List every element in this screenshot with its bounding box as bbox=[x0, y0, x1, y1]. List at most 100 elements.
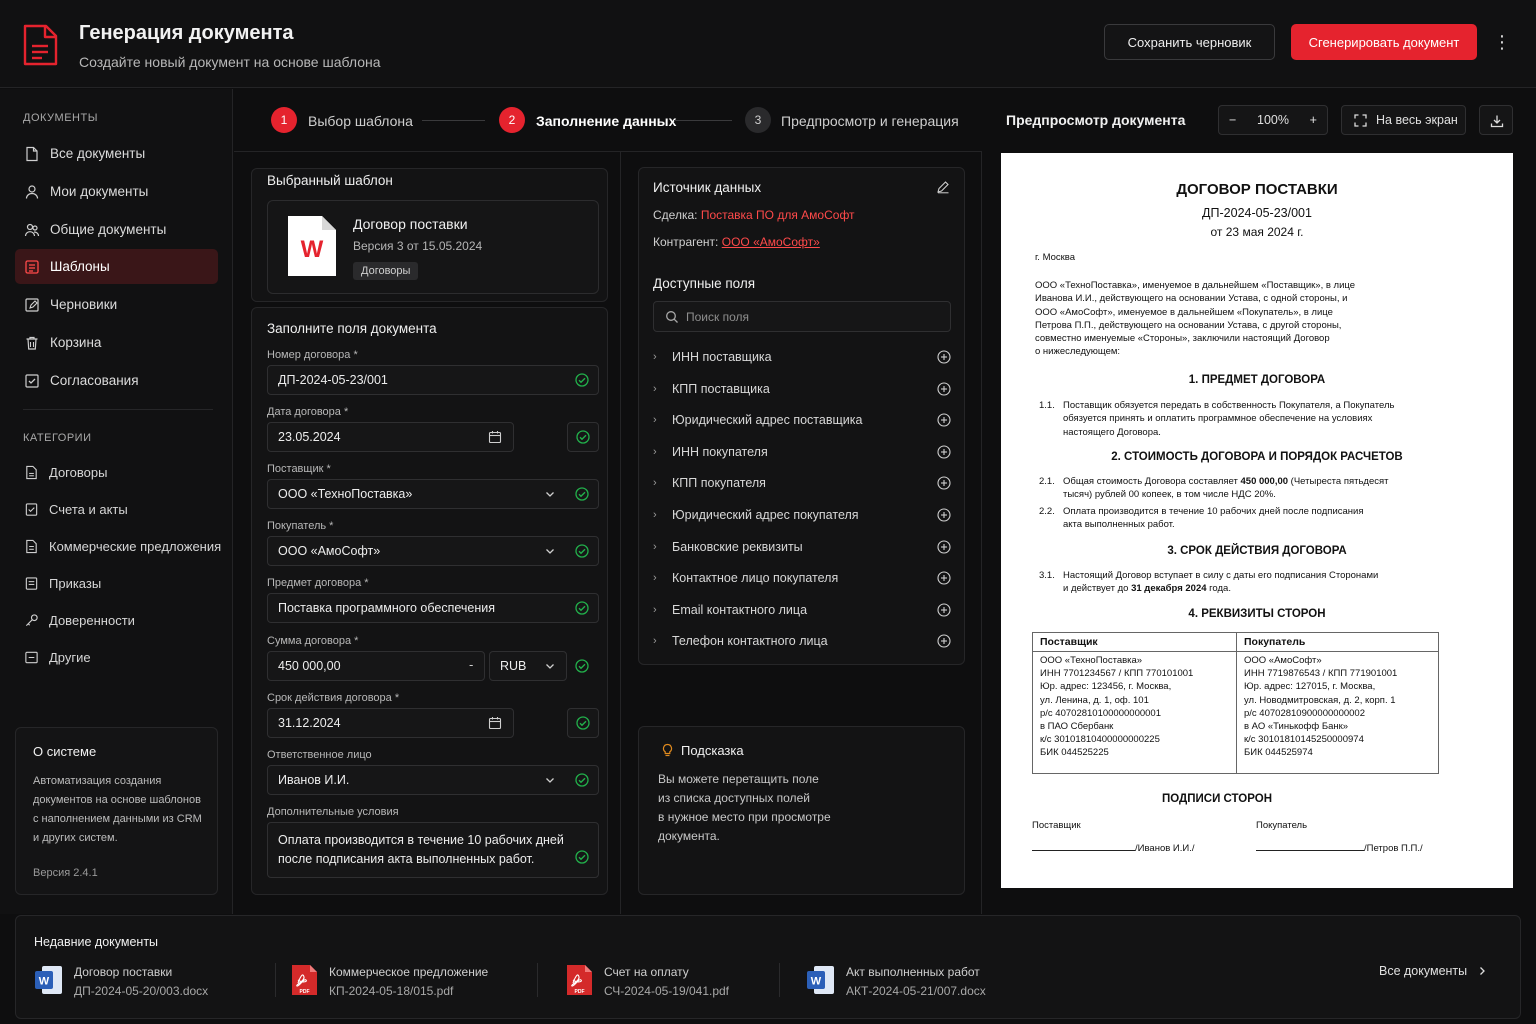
recent-separator bbox=[779, 963, 780, 997]
step-3-number[interactable]: 3 bbox=[745, 107, 771, 133]
minus-spinner-icon[interactable]: - bbox=[469, 657, 473, 672]
req-line: ООО «ТехноПоставка» bbox=[1040, 655, 1143, 666]
available-field-row[interactable]: › Банковские реквизиты bbox=[653, 534, 951, 560]
check-circle-icon bbox=[575, 601, 589, 615]
available-field-row[interactable]: › КПП покупателя bbox=[653, 470, 951, 496]
step-1-label[interactable]: Выбор шаблона bbox=[308, 113, 413, 129]
field-search-input[interactable]: Поиск поля bbox=[653, 301, 951, 332]
chevron-right-icon: › bbox=[653, 604, 657, 616]
category-powers-of-attorney[interactable]: Доверенности bbox=[15, 605, 225, 635]
add-field-icon[interactable] bbox=[937, 540, 951, 554]
folder-icon bbox=[25, 651, 38, 663]
subject-value: Поставка программного обеспечения bbox=[278, 601, 496, 615]
data-source-title: Источник данных bbox=[653, 180, 762, 195]
available-field-row[interactable]: › КПП поставщика bbox=[653, 376, 951, 402]
edit-pencil-icon[interactable] bbox=[936, 180, 950, 194]
contract-number-label: Номер договора * bbox=[267, 349, 358, 361]
counterparty-label: Контрагент: bbox=[653, 235, 719, 249]
available-field-row[interactable]: › Телефон контактного лица bbox=[653, 628, 951, 654]
calendar-icon[interactable] bbox=[488, 430, 502, 444]
category-label: Счета и акты bbox=[49, 501, 128, 517]
req-line: в АО «Тинькофф Банк» bbox=[1244, 721, 1349, 733]
available-field-row[interactable]: › Юридический адрес поставщика bbox=[653, 407, 951, 433]
available-field-row[interactable]: › Юридический адрес покупателя bbox=[653, 502, 951, 528]
currency-select[interactable]: RUB bbox=[489, 651, 567, 681]
doc-line: обязуется принять и оплатить программное… bbox=[1063, 413, 1373, 425]
fullscreen-button[interactable]: На весь экран bbox=[1341, 105, 1466, 135]
hint-title: Подсказка bbox=[681, 743, 744, 758]
deal-link[interactable]: Поставка ПО для АмоСофт bbox=[701, 208, 855, 222]
contract-date-input[interactable]: 23.05.2024 bbox=[267, 422, 514, 452]
extra-conditions-textarea[interactable]: Оплата производится в течение 10 рабочих… bbox=[267, 822, 599, 878]
add-field-icon[interactable] bbox=[937, 350, 951, 364]
zoom-in-button[interactable]: + bbox=[1310, 113, 1317, 127]
step-2-label[interactable]: Заполнение данных bbox=[536, 113, 676, 129]
available-fields-title: Доступные поля bbox=[653, 276, 756, 291]
doc-line: акта выполненных работ. bbox=[1063, 519, 1175, 531]
available-field-row[interactable]: › ИНН покупателя bbox=[653, 439, 951, 465]
available-field-row[interactable]: › Email контактного лица bbox=[653, 597, 951, 623]
sidebar-item-approvals[interactable]: Согласования bbox=[15, 363, 218, 398]
document-logo-icon bbox=[23, 24, 58, 66]
subject-input[interactable]: Поставка программного обеспечения bbox=[267, 593, 599, 623]
available-field-row[interactable]: › ИНН поставщика bbox=[653, 344, 951, 370]
sidebar-item-templates[interactable]: Шаблоны bbox=[15, 249, 218, 284]
users-icon bbox=[24, 223, 40, 236]
add-field-icon[interactable] bbox=[937, 413, 951, 427]
counterparty-link[interactable]: ООО «АмоСофт» bbox=[722, 235, 820, 249]
category-contracts[interactable]: Договоры bbox=[15, 457, 225, 487]
amount-input[interactable]: 450 000,00 bbox=[267, 651, 485, 681]
calendar-icon[interactable] bbox=[488, 716, 502, 730]
recent-doc-file: ДП-2024-05-20/003.docx bbox=[74, 984, 209, 998]
sidebar-item-label: Черновики bbox=[50, 297, 118, 312]
add-field-icon[interactable] bbox=[937, 603, 951, 617]
add-field-icon[interactable] bbox=[937, 445, 951, 459]
download-button[interactable] bbox=[1479, 105, 1513, 135]
check-circle-icon bbox=[575, 544, 589, 558]
edit-icon bbox=[25, 297, 39, 312]
zoom-level: 100% bbox=[1257, 113, 1289, 127]
sidebar-item-my-documents[interactable]: Мои документы bbox=[15, 174, 218, 209]
term-input[interactable]: 31.12.2024 bbox=[267, 708, 514, 738]
svg-text:PDF: PDF bbox=[575, 989, 585, 995]
check-circle-icon bbox=[575, 373, 589, 387]
add-field-icon[interactable] bbox=[937, 476, 951, 490]
add-field-icon[interactable] bbox=[937, 508, 951, 522]
step-2-number[interactable]: 2 bbox=[499, 107, 525, 133]
add-field-icon[interactable] bbox=[937, 382, 951, 396]
step-1-number[interactable]: 1 bbox=[271, 107, 297, 133]
category-invoices[interactable]: Счета и акты bbox=[15, 494, 225, 524]
sidebar-item-trash[interactable]: Корзина bbox=[15, 325, 218, 360]
more-menu-icon[interactable]: ⋮ bbox=[1492, 30, 1512, 54]
sign-supplier-name: /Иванов И.И./ bbox=[1135, 843, 1195, 854]
term-value: 31.12.2024 bbox=[278, 716, 341, 730]
about-title: О системе bbox=[33, 744, 97, 759]
responsible-value: Иванов И.И. bbox=[278, 773, 350, 787]
generate-document-button[interactable]: Сгенерировать документ bbox=[1291, 24, 1477, 60]
sidebar-item-label: Мои документы bbox=[50, 184, 149, 199]
category-orders[interactable]: Приказы bbox=[15, 568, 225, 598]
amount-label: Сумма договора * bbox=[267, 635, 359, 647]
pdf-icon: PDF bbox=[292, 965, 317, 995]
sidebar-item-all-documents[interactable]: Все документы bbox=[15, 136, 218, 171]
hint-line: из списка доступных полей bbox=[658, 791, 810, 805]
add-field-icon[interactable] bbox=[937, 634, 951, 648]
category-proposals[interactable]: Коммерческие предложения bbox=[15, 531, 225, 561]
available-field-row[interactable]: › Контактное лицо покупателя bbox=[653, 565, 951, 591]
supplier-label: Поставщик * bbox=[267, 463, 331, 475]
template-item[interactable]: W Договор поставки Версия 3 от 15.05.202… bbox=[267, 200, 599, 294]
req-line: ИНН 7719876543 / КПП 771901001 bbox=[1244, 668, 1398, 680]
all-documents-link[interactable]: Все документы bbox=[1379, 964, 1487, 978]
sidebar-item-shared-documents[interactable]: Общие документы bbox=[15, 212, 218, 247]
doc-line: ООО «ТехноПоставка», именуемое в дальней… bbox=[1035, 280, 1356, 291]
category-other[interactable]: Другие bbox=[15, 642, 225, 672]
zoom-out-button[interactable]: − bbox=[1229, 113, 1236, 127]
category-label: Договоры bbox=[49, 464, 108, 480]
contract-number-input[interactable]: ДП-2024-05-23/001 bbox=[267, 365, 599, 395]
check-circle-icon bbox=[575, 659, 589, 673]
step-3-label[interactable]: Предпросмотр и генерация bbox=[781, 113, 959, 129]
add-field-icon[interactable] bbox=[937, 571, 951, 585]
available-field-label: Контактное лицо покупателя bbox=[672, 571, 839, 585]
save-draft-button[interactable]: Сохранить черновик bbox=[1104, 24, 1275, 60]
sidebar-item-drafts[interactable]: Черновики bbox=[15, 287, 218, 322]
